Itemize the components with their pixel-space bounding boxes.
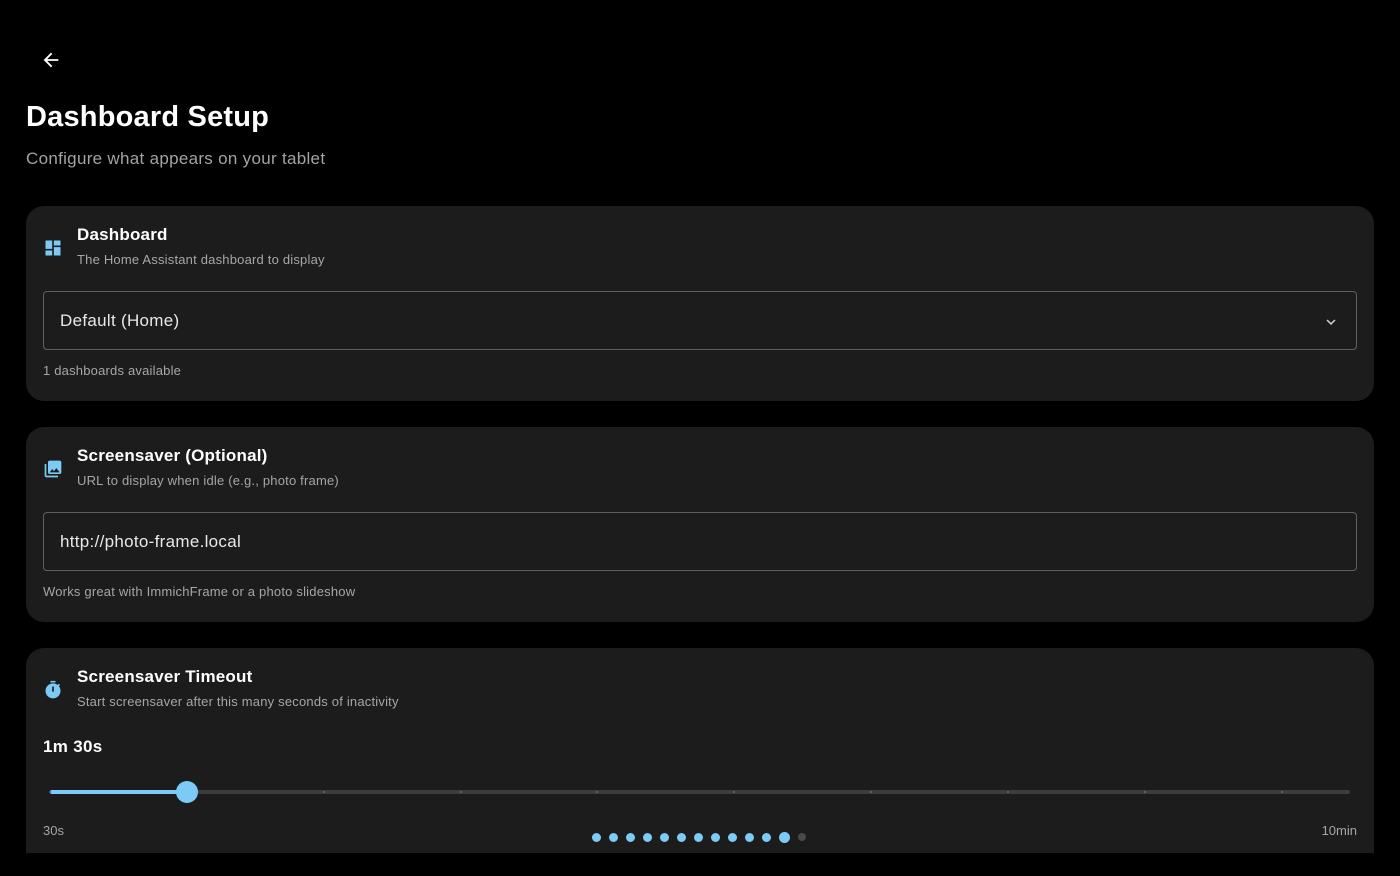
page-dot [592,832,601,842]
page-dot [643,832,652,842]
slider-max-label: 10min [1321,823,1357,838]
page-dot [728,832,737,842]
dashboard-helper-text: 1 dashboards available [43,363,182,378]
dashboard-card-title: Dashboard [77,225,168,244]
page-dot [660,832,669,842]
page-indicator [592,831,806,843]
timeout-card: Screensaver Timeout Start screensaver af… [26,648,1374,853]
page-dot [762,832,771,842]
timer-icon [45,680,61,699]
screensaver-helper-text: Works great with ImmichFrame or a photo … [43,584,356,599]
screensaver-url-value: http://photo-frame.local [60,531,242,551]
timeout-card-description: Start screensaver after this many second… [77,694,399,709]
slider-track [50,790,1350,794]
dashboard-card-description: The Home Assistant dashboard to display [77,252,325,267]
dashboard-card: Dashboard The Home Assistant dashboard t… [26,206,1374,401]
page-dot [694,832,703,842]
timeout-value: 1m 30s [43,737,103,756]
slider-tick [322,791,325,793]
page-dot [798,833,806,841]
image-gallery-icon [44,460,62,478]
back-button[interactable] [30,42,72,78]
page-dot [677,832,686,842]
slider-thumb[interactable] [175,781,198,803]
slider-tick [1143,791,1146,793]
page-dot [609,832,618,842]
page-dot [711,832,720,842]
screensaver-card-title: Screensaver (Optional) [77,446,268,465]
page-title: Dashboard Setup [26,101,270,133]
chevron-down-icon [1326,319,1336,325]
dashboard-select[interactable]: Default (Home) [43,291,1357,350]
screensaver-card-description: URL to display when idle (e.g., photo fr… [77,473,339,488]
slider-min-label: 30s [43,823,64,838]
screensaver-card: Screensaver (Optional) URL to display wh… [26,427,1374,622]
dashboard-icon [45,240,61,256]
dashboard-select-value: Default (Home) [60,310,180,330]
slider-tick [1280,791,1283,793]
page-dot [745,832,754,842]
page-subtitle: Configure what appears on your tablet [26,149,326,168]
screensaver-url-input[interactable]: http://photo-frame.local [43,512,1357,571]
page-dot-current [779,831,790,843]
slider-tick [49,791,51,793]
timeout-card-title: Screensaver Timeout [77,667,253,686]
arrow-left-icon [43,52,59,68]
slider-fill [50,790,187,794]
slider-tick [1006,791,1009,793]
page-dot [626,832,635,842]
slider-tick [459,791,462,793]
timeout-slider[interactable] [49,781,1350,803]
